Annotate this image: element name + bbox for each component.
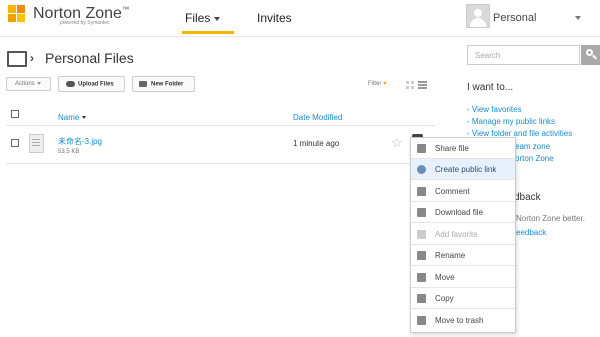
move-icon bbox=[417, 273, 426, 282]
menu-item-comment[interactable]: Comment bbox=[411, 181, 515, 202]
list-view-icon[interactable] bbox=[418, 81, 427, 89]
sort-down-icon bbox=[82, 116, 87, 120]
menu-item-label: Move to trash bbox=[435, 316, 484, 325]
filter-button[interactable]: Filter ♥ bbox=[368, 81, 387, 87]
share-icon bbox=[417, 144, 426, 153]
column-header-name[interactable]: Name bbox=[58, 113, 87, 122]
norton-zone-link[interactable]: orton Zone bbox=[515, 154, 554, 163]
menu-item-download-file[interactable]: Download file bbox=[411, 202, 515, 223]
menu-item-create-public-link[interactable]: Create public link bbox=[411, 159, 515, 180]
menu-item-rename[interactable]: Rename bbox=[411, 245, 515, 266]
file-thumbnail-icon[interactable] bbox=[29, 134, 44, 153]
team-zone-link[interactable]: eam zone bbox=[515, 142, 550, 151]
feedback-heading: dback bbox=[514, 192, 541, 203]
menu-item-share-file[interactable]: Share file bbox=[411, 138, 515, 159]
comment-icon bbox=[417, 187, 426, 196]
upload-files-button[interactable]: Upload Files bbox=[58, 76, 125, 92]
menu-item-label: Add favorite bbox=[435, 230, 478, 239]
breadcrumb-chevron-icon: › bbox=[30, 51, 34, 65]
search-input[interactable]: Search bbox=[467, 45, 580, 65]
view-favorites-link[interactable]: - View favorites bbox=[467, 105, 522, 114]
chevron-down-icon bbox=[36, 81, 41, 85]
new-folder-label: New Folder bbox=[151, 81, 184, 88]
i-want-to-heading: I want to... bbox=[467, 82, 514, 93]
file-context-menu: Share file Create public link Comment Do… bbox=[410, 137, 516, 333]
feedback-link[interactable]: eedback bbox=[516, 228, 546, 237]
actions-label: Actions bbox=[15, 81, 35, 87]
grid-view-icon[interactable] bbox=[406, 81, 414, 89]
divider bbox=[6, 163, 410, 164]
feedback-text: Norton Zone better. bbox=[516, 214, 585, 223]
row-checkbox[interactable] bbox=[11, 139, 19, 147]
menu-item-move[interactable]: Move bbox=[411, 267, 515, 288]
file-date-modified: 1 minute ago bbox=[293, 139, 340, 148]
select-all-checkbox[interactable] bbox=[11, 110, 19, 118]
actions-button[interactable]: Actions bbox=[6, 77, 51, 91]
menu-item-add-favorite[interactable]: Add favorite bbox=[411, 224, 515, 245]
pencil-icon bbox=[417, 251, 426, 260]
download-icon bbox=[417, 208, 426, 217]
column-header-date-modified[interactable]: Date Modified bbox=[293, 113, 342, 122]
nav-tab-files[interactable]: Files bbox=[185, 11, 221, 25]
divider bbox=[6, 125, 435, 126]
active-tab-indicator bbox=[182, 31, 234, 34]
trash-icon bbox=[417, 316, 426, 325]
file-size: 53.5 KB bbox=[58, 149, 80, 155]
column-name-label: Name bbox=[58, 113, 80, 122]
menu-item-label: Share file bbox=[435, 144, 469, 153]
copy-icon bbox=[417, 294, 426, 303]
heart-icon: ♥ bbox=[383, 81, 387, 87]
folder-icon[interactable] bbox=[7, 51, 27, 67]
new-folder-icon bbox=[139, 81, 147, 87]
star-icon[interactable]: ☆ bbox=[391, 135, 403, 151]
avatar[interactable] bbox=[466, 4, 490, 28]
link-icon bbox=[417, 165, 426, 174]
search-button[interactable] bbox=[581, 45, 600, 65]
cloud-upload-icon bbox=[66, 81, 75, 87]
user-name[interactable]: Personal bbox=[493, 12, 536, 24]
page-title: Personal Files bbox=[45, 50, 134, 66]
menu-item-label: Rename bbox=[435, 251, 466, 260]
menu-item-label: Create public link bbox=[435, 165, 497, 174]
menu-item-label: Move bbox=[435, 273, 455, 282]
menu-item-move-to-trash[interactable]: Move to trash bbox=[411, 310, 515, 331]
file-name-link[interactable]: 未命名-3.jpg bbox=[58, 136, 102, 147]
menu-item-label: Download file bbox=[435, 208, 484, 217]
nav-tab-files-label: Files bbox=[185, 11, 211, 25]
user-menu-chevron-icon[interactable] bbox=[575, 16, 581, 20]
brand-subtitle: powered by Symantec bbox=[60, 20, 110, 26]
chevron-down-icon bbox=[214, 16, 221, 21]
filter-label: Filter bbox=[368, 81, 382, 87]
search-icon-handle bbox=[592, 54, 597, 60]
menu-item-label: Copy bbox=[435, 294, 454, 303]
manage-public-links-link[interactable]: - Manage my public links bbox=[467, 117, 555, 126]
menu-item-copy[interactable]: Copy bbox=[411, 288, 515, 309]
upload-files-label: Upload Files bbox=[78, 81, 114, 88]
new-folder-button[interactable]: New Folder bbox=[132, 76, 195, 92]
star-icon bbox=[417, 230, 426, 239]
nav-tab-invites[interactable]: Invites bbox=[257, 11, 292, 25]
menu-item-label: Comment bbox=[435, 187, 470, 196]
norton-logo-icon[interactable] bbox=[8, 5, 26, 23]
